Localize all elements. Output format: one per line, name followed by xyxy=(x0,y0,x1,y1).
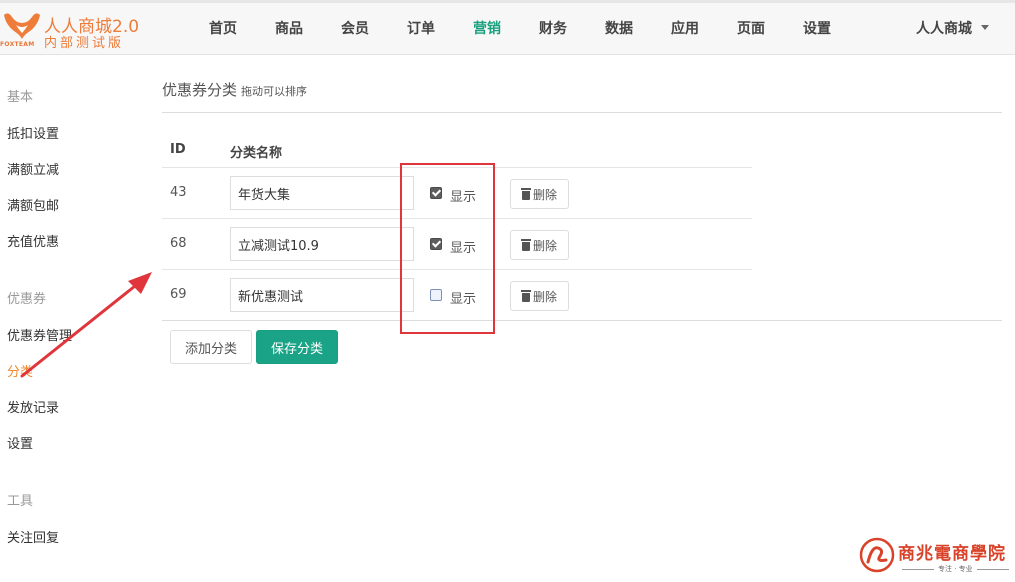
user-name: 人人商城 xyxy=(916,21,972,37)
trash-icon xyxy=(520,289,531,302)
row-id: 43 xyxy=(170,185,187,200)
column-header-id: ID xyxy=(170,142,186,157)
add-category-button[interactable]: 添加分类 xyxy=(170,330,252,364)
sidebar-item-free-shipping[interactable]: 满额包邮 xyxy=(7,195,59,214)
save-category-button[interactable]: 保存分类 xyxy=(256,330,338,364)
nav-item-data[interactable]: 数据 xyxy=(586,3,652,55)
trash-icon xyxy=(520,238,531,251)
page-hint: 拖动可以排序 xyxy=(241,85,308,98)
sidebar-group-basic: 基本 xyxy=(7,90,34,105)
category-name-input[interactable] xyxy=(230,278,414,312)
sidebar-item-coupon-settings[interactable]: 设置 xyxy=(7,433,33,452)
sidebar-item-issue-records[interactable]: 发放记录 xyxy=(7,397,59,416)
sidebar-item-deduction-settings[interactable]: 抵扣设置 xyxy=(7,123,59,142)
delete-label: 删除 xyxy=(532,238,557,253)
nav-item-home[interactable]: 首页 xyxy=(190,3,256,55)
delete-button[interactable]: 删除 xyxy=(510,179,569,209)
page-title: 优惠券分类 拖动可以排序 xyxy=(162,79,307,100)
page-title-text: 优惠券分类 xyxy=(162,81,238,99)
row-id: 68 xyxy=(170,236,187,251)
sidebar-item-coupon-management[interactable]: 优惠券管理 xyxy=(7,325,72,344)
annotation-arrow-icon xyxy=(20,272,152,378)
sidebar-item-category[interactable]: 分类 xyxy=(7,361,33,380)
table-bottom-divider xyxy=(162,320,1002,321)
nav-item-apps[interactable]: 应用 xyxy=(652,3,718,55)
category-name-input[interactable] xyxy=(230,227,414,261)
delete-label: 删除 xyxy=(532,289,557,304)
fox-logo-icon xyxy=(4,13,40,39)
top-navbar: FOXTEAM 人人商城2.0 内部测试版 首页 商品 会员 订单 营销 财务 … xyxy=(0,0,1015,55)
watermark-sub-text: 专注 · 专业 xyxy=(938,565,973,573)
nav-item-members[interactable]: 会员 xyxy=(322,3,388,55)
delete-button[interactable]: 删除 xyxy=(510,281,569,311)
watermark-text: 商兆電商學院 xyxy=(898,544,1006,564)
watermark-seal-icon xyxy=(859,537,895,573)
nav-item-orders[interactable]: 订单 xyxy=(388,3,454,55)
watermark: 商兆電商學院 专注 · 专业 xyxy=(858,536,1010,578)
title-divider xyxy=(162,112,1002,113)
trash-icon xyxy=(520,187,531,200)
chevron-down-icon xyxy=(981,24,989,30)
main-nav: 首页 商品 会员 订单 营销 财务 数据 应用 页面 设置 xyxy=(190,3,850,55)
nav-item-marketing[interactable]: 营销 xyxy=(454,3,520,55)
delete-label: 删除 xyxy=(532,187,557,202)
brand-sub: FOXTEAM xyxy=(0,41,35,48)
watermark-sub: 专注 · 专业 xyxy=(898,564,1008,574)
sidebar-group-coupons: 优惠券 xyxy=(7,292,47,307)
brand-logo[interactable]: FOXTEAM 人人商城2.0 内部测试版 xyxy=(0,11,150,51)
nav-item-goods[interactable]: 商品 xyxy=(256,3,322,55)
sidebar-item-follow-reply[interactable]: 关注回复 xyxy=(7,527,59,546)
row-id: 69 xyxy=(170,287,187,302)
sidebar-group-tools: 工具 xyxy=(7,494,34,509)
nav-item-finance[interactable]: 财务 xyxy=(520,3,586,55)
brand-tagline: 内部测试版 xyxy=(44,36,125,51)
column-header-name: 分类名称 xyxy=(230,146,283,161)
nav-item-settings[interactable]: 设置 xyxy=(784,3,850,55)
sidebar-item-recharge-discount[interactable]: 充值优惠 xyxy=(7,231,59,250)
user-menu[interactable]: 人人商城 xyxy=(916,3,989,55)
sidebar-item-full-reduction[interactable]: 满额立减 xyxy=(7,159,59,178)
nav-item-pages[interactable]: 页面 xyxy=(718,3,784,55)
category-name-input[interactable] xyxy=(230,176,414,210)
annotation-highlight-box xyxy=(400,163,495,334)
delete-button[interactable]: 删除 xyxy=(510,230,569,260)
